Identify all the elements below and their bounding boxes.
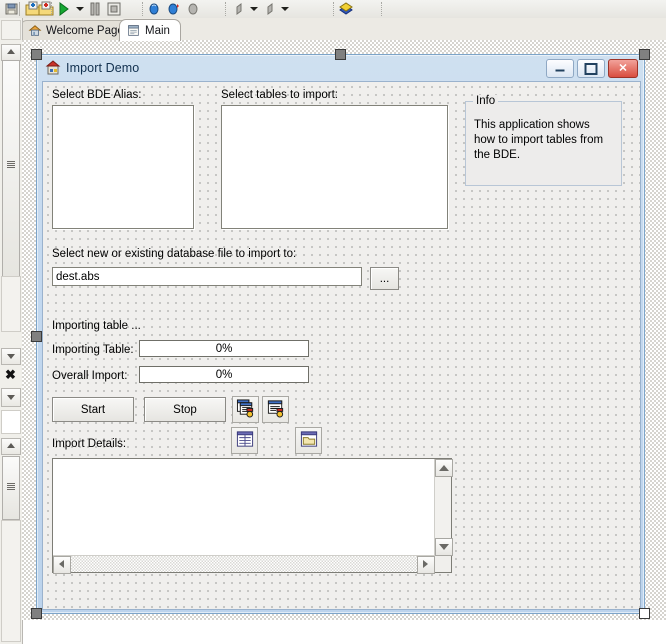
open-project-icon[interactable] xyxy=(25,1,41,17)
form-icon xyxy=(127,24,141,38)
step-over-icon[interactable] xyxy=(166,1,182,17)
label-select-alias: Select BDE Alias: xyxy=(52,89,142,101)
open-folder-button[interactable] xyxy=(295,427,322,454)
editor-tab-strip: ✖ Welcome Page Main xyxy=(0,18,666,41)
memo-scroll-right-button[interactable] xyxy=(417,556,435,574)
import-details-memo[interactable] xyxy=(52,458,453,574)
pause-icon[interactable] xyxy=(87,1,103,17)
label-select-tables: Select tables to import: xyxy=(221,89,338,101)
ide-toolbar xyxy=(0,0,666,19)
back-dropdown-icon[interactable] xyxy=(249,1,258,17)
import-table-button[interactable] xyxy=(262,396,289,423)
trace-to-source-icon[interactable] xyxy=(185,1,201,17)
label-import-details: Import Details: xyxy=(52,438,127,450)
ide-window: ✖ Welcome Page Main ✖ xyxy=(0,0,666,644)
toggle-form-unit-icon[interactable] xyxy=(338,1,354,17)
left-dock-gutter: ✖ xyxy=(0,18,23,644)
gutter-scroll-thumb-2[interactable] xyxy=(2,456,20,520)
toolbar-group-debug xyxy=(143,0,226,18)
import-demo-icon xyxy=(45,60,61,76)
gutter-scroll-thumb[interactable] xyxy=(2,60,20,277)
selection-handle-bottom-right[interactable] xyxy=(639,608,650,619)
form-designer-surface[interactable]: Import Demo ✕ Select BDE Alias: Select t… xyxy=(22,40,666,620)
tab-main[interactable]: Main xyxy=(119,19,181,41)
memo-horizontal-scrollbar[interactable] xyxy=(53,555,435,574)
trace-into-icon[interactable] xyxy=(147,1,163,17)
gutter-panel-top xyxy=(1,20,21,40)
gutter-scroll-down-button[interactable] xyxy=(1,348,21,365)
forward-icon[interactable] xyxy=(261,1,277,17)
memo-vertical-scrollbar[interactable] xyxy=(434,459,453,556)
selection-handle-middle-left[interactable] xyxy=(31,331,42,342)
close-button[interactable]: ✕ xyxy=(608,59,638,78)
selection-handle-top-right[interactable] xyxy=(639,49,650,60)
close-icon: ✕ xyxy=(618,62,628,74)
gutter-close-icon[interactable]: ✖ xyxy=(4,368,17,381)
maximize-button[interactable] xyxy=(577,59,605,78)
selection-handle-top-center[interactable] xyxy=(335,49,346,60)
run-icon[interactable] xyxy=(56,1,72,17)
info-groupbox-text: This application shows how to import tab… xyxy=(474,119,604,161)
import-tables-icon xyxy=(236,398,255,421)
save-project-icon[interactable] xyxy=(38,1,54,17)
memo-scroll-down-button[interactable] xyxy=(435,538,453,556)
memo-scroll-up-button[interactable] xyxy=(435,459,453,477)
info-groupbox-title: Info xyxy=(473,95,499,107)
label-overall-import: Overall Import: xyxy=(52,370,128,382)
stop-button[interactable]: Stop xyxy=(144,397,226,422)
importing-table-progressbar: 0% xyxy=(139,340,309,357)
overall-import-progressbar: 0% xyxy=(139,366,309,383)
open-folder-icon xyxy=(299,430,318,452)
gutter-scroll-up-button-2[interactable] xyxy=(1,438,21,455)
selection-handle-bottom-left[interactable] xyxy=(31,608,42,619)
start-button[interactable]: Start xyxy=(52,397,134,422)
gutter-scroll-track-2[interactable] xyxy=(1,520,21,642)
import-table-icon xyxy=(266,399,285,421)
label-destination: Select new or existing database file to … xyxy=(52,248,297,260)
view-grid-icon xyxy=(235,430,254,452)
minimize-icon xyxy=(555,66,565,71)
tab-welcome-page[interactable]: Welcome Page xyxy=(20,20,135,41)
program-reset-icon[interactable] xyxy=(106,1,122,17)
label-importing-status: Importing table ... xyxy=(52,320,141,332)
memo-scroll-corner xyxy=(435,556,451,572)
info-groupbox: Info This application shows how to impor… xyxy=(465,95,622,186)
destination-input[interactable]: dest.abs xyxy=(52,267,362,286)
browse-button[interactable]: ... xyxy=(370,267,399,290)
selection-handle-top-left[interactable] xyxy=(31,49,42,60)
tab-label: Main xyxy=(145,24,170,37)
window-controls: ✕ xyxy=(546,59,638,78)
toolbar-group-nav xyxy=(226,0,334,18)
home-icon xyxy=(28,24,42,38)
toolbar-group-view xyxy=(334,0,382,18)
label-importing-table: Importing Table: xyxy=(52,344,134,356)
gutter-scroll-up-button[interactable] xyxy=(1,44,21,61)
form-client-area[interactable]: Select BDE Alias: Select tables to impor… xyxy=(42,81,641,610)
gutter-field[interactable] xyxy=(1,410,21,434)
gutter-scroll-track[interactable] xyxy=(1,276,21,332)
run-dropdown-icon[interactable] xyxy=(75,1,84,17)
tab-label: Welcome Page xyxy=(46,25,124,37)
view-grid-button[interactable] xyxy=(231,427,258,454)
form-title: Import Demo xyxy=(66,61,140,75)
toolbar-group-file xyxy=(0,0,54,18)
toolbar-group-run xyxy=(52,0,143,18)
gutter-dropdown-button[interactable] xyxy=(1,388,21,407)
import-tables-button[interactable] xyxy=(232,396,259,423)
import-demo-form[interactable]: Import Demo ✕ Select BDE Alias: Select t… xyxy=(36,54,645,614)
alias-listbox[interactable] xyxy=(52,105,194,229)
back-icon[interactable] xyxy=(230,1,246,17)
memo-scroll-left-button[interactable] xyxy=(53,556,71,574)
save-all-icon[interactable] xyxy=(4,1,18,17)
maximize-icon xyxy=(584,62,598,75)
tables-listbox[interactable] xyxy=(221,105,448,229)
minimize-button[interactable] xyxy=(546,59,574,78)
forward-dropdown-icon[interactable] xyxy=(280,1,289,17)
